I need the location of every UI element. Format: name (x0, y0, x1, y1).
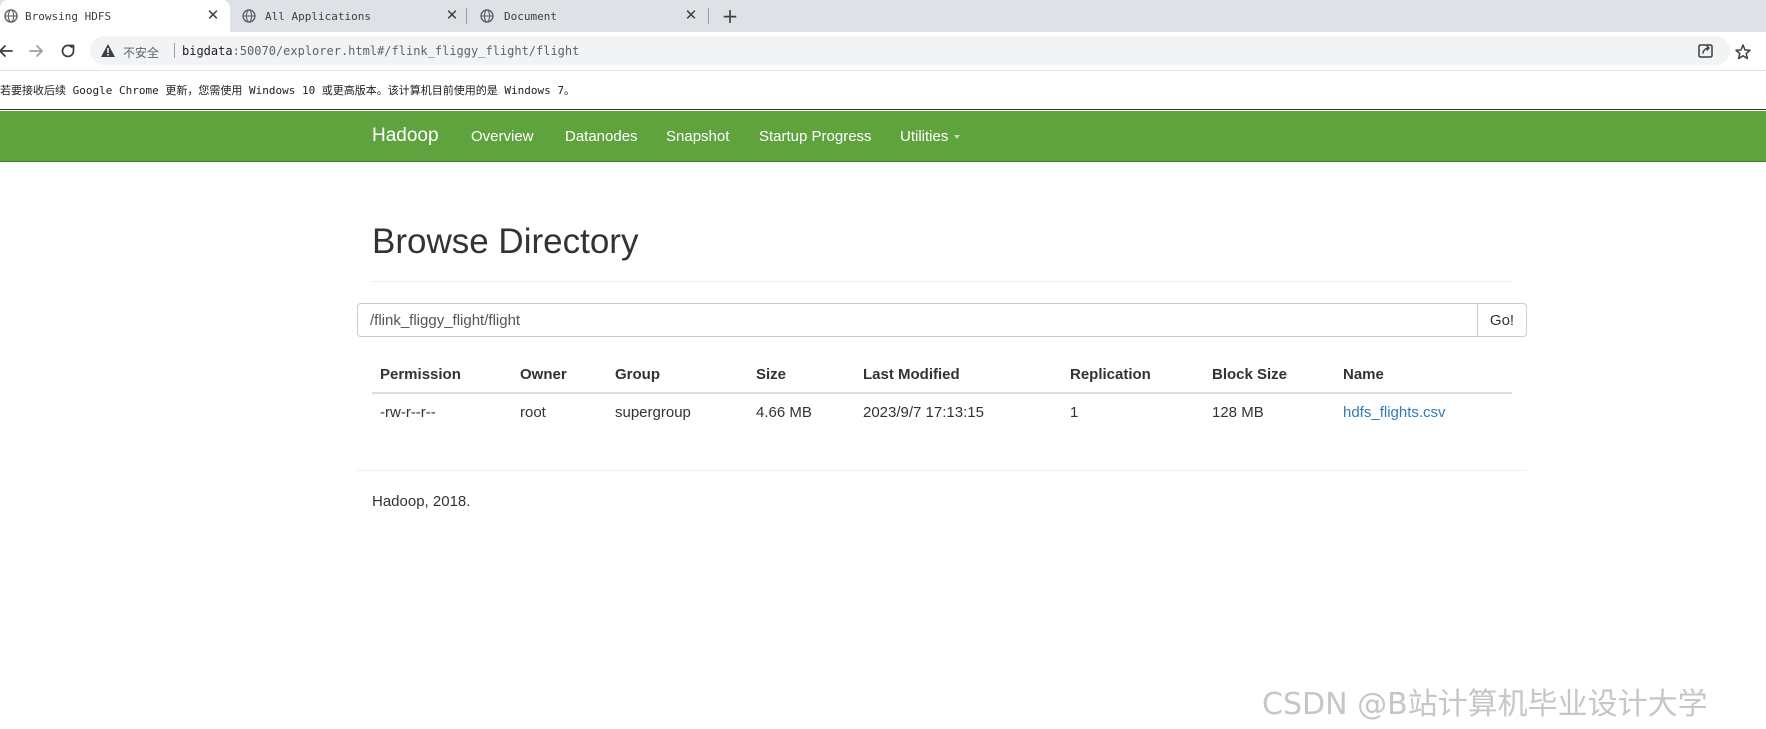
cell-last-modified: 2023/9/7 17:13:15 (863, 404, 984, 421)
tab-title: Browsing HDFS (25, 10, 112, 23)
nav-link-overview[interactable]: Overview (471, 128, 534, 145)
utilities-label: Utilities (900, 128, 949, 145)
header-owner[interactable]: Owner (520, 366, 567, 383)
tab-document[interactable]: Document ✕ (467, 0, 707, 32)
forward-arrow-icon[interactable] (26, 41, 46, 61)
file-table: Permission Owner Group Size Last Modifie… (372, 358, 1512, 432)
infobar-message: 若要接收后续 Google Chrome 更新，您需使用 Windows 10 … (0, 84, 576, 97)
globe-icon (480, 9, 494, 23)
csdn-watermark: CSDN @B站计算机毕业设计大学 (1262, 687, 1708, 722)
close-icon[interactable]: ✕ (204, 6, 222, 24)
nav-link-startup-progress[interactable]: Startup Progress (759, 128, 872, 145)
tab-separator (708, 8, 709, 24)
footer-divider (357, 470, 1527, 471)
cell-size: 4.66 MB (756, 404, 812, 421)
star-icon[interactable] (1734, 43, 1752, 61)
header-size[interactable]: Size (756, 366, 786, 383)
nav-link-datanodes[interactable]: Datanodes (565, 128, 638, 145)
tab-browsing-hdfs[interactable]: Browsing HDFS ✕ (0, 0, 230, 32)
update-infobar: 若要接收后续 Google Chrome 更新，您需使用 Windows 10 … (0, 71, 1766, 110)
header-name[interactable]: Name (1343, 366, 1384, 383)
caret-down-icon (954, 135, 961, 140)
globe-icon (4, 9, 18, 23)
header-last-modified[interactable]: Last Modified (863, 366, 960, 383)
url-path: :50070/explorer.html#/flink_fliggy_fligh… (232, 44, 580, 58)
url-host: bigdata (182, 44, 233, 58)
footer-text: Hadoop, 2018. (372, 493, 471, 510)
directory-path-input[interactable] (358, 304, 1478, 336)
cell-block-size: 128 MB (1212, 404, 1264, 421)
tab-title: All Applications (265, 10, 371, 23)
cell-group: supergroup (615, 404, 691, 421)
cell-permission: -rw-r--r-- (380, 404, 436, 421)
close-icon[interactable]: ✕ (443, 6, 461, 24)
tab-all-applications[interactable]: All Applications ✕ (230, 0, 466, 32)
path-input-group: Go! (357, 303, 1527, 337)
back-arrow-icon[interactable] (0, 41, 16, 61)
cell-replication: 1 (1070, 404, 1079, 421)
header-permission[interactable]: Permission (380, 366, 461, 383)
tab-title: Document (504, 10, 557, 23)
table-header: Permission Owner Group Size Last Modifie… (372, 358, 1512, 394)
address-bar[interactable]: 不安全 bigdata:50070/explorer.html#/flink_f… (90, 36, 1730, 65)
hadoop-navbar: Hadoop Overview Datanodes Snapshot Start… (0, 111, 1766, 162)
share-icon[interactable] (1697, 42, 1714, 59)
title-divider (372, 281, 1512, 282)
header-replication[interactable]: Replication (1070, 366, 1151, 383)
insecure-label[interactable]: 不安全 (123, 44, 159, 61)
table-row: -rw-r--r-- root supergroup 4.66 MB 2023/… (372, 394, 1512, 432)
new-tab-button[interactable]: + (719, 4, 741, 28)
cell-owner: root (520, 404, 546, 421)
warning-triangle-icon[interactable] (100, 43, 116, 58)
url-text[interactable]: bigdata:50070/explorer.html#/flink_fligg… (182, 44, 579, 58)
close-icon[interactable]: ✕ (682, 6, 700, 24)
tab-strip: Browsing HDFS ✕ All Applications ✕ Docum… (0, 0, 1766, 32)
go-button[interactable]: Go! (1477, 304, 1526, 336)
globe-icon (242, 9, 256, 23)
navbar-brand[interactable]: Hadoop (372, 125, 439, 147)
browser-toolbar: 不安全 bigdata:50070/explorer.html#/flink_f… (0, 32, 1766, 71)
header-group[interactable]: Group (615, 366, 660, 383)
omnibox-divider (174, 43, 175, 58)
file-name-link[interactable]: hdfs_flights.csv (1343, 404, 1446, 421)
header-block-size[interactable]: Block Size (1212, 366, 1287, 383)
nav-dropdown-utilities[interactable]: Utilities (900, 128, 961, 145)
nav-link-snapshot[interactable]: Snapshot (666, 128, 729, 145)
page-title: Browse Directory (372, 222, 639, 261)
reload-icon[interactable] (58, 41, 78, 61)
